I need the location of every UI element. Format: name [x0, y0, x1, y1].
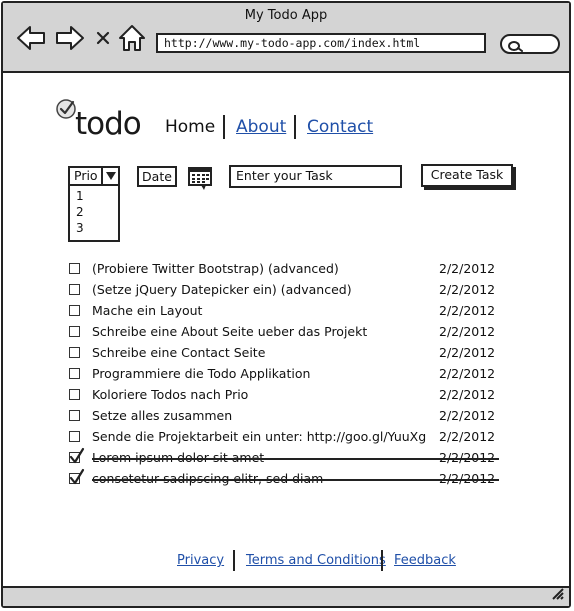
prio-option[interactable]: 2 — [76, 205, 84, 219]
task-input[interactable]: Enter your Task — [229, 165, 402, 188]
todo-item: Lorem ipsum dolor sit amet2/2/2012 — [68, 447, 503, 470]
todo-date: 2/2/2012 — [439, 303, 496, 318]
todo-item: Schreibe eine About Seite ueber das Proj… — [68, 324, 503, 344]
todo-date: 2/2/2012 — [439, 387, 496, 402]
nav-divider — [223, 115, 225, 139]
todo-checkbox[interactable] — [69, 368, 80, 379]
todo-checkbox[interactable] — [69, 305, 80, 316]
footer-divider — [381, 550, 383, 571]
todo-checkbox[interactable] — [69, 326, 80, 337]
todo-item: Programmiere die Todo Applikation 2/2/201… — [68, 366, 503, 386]
calendar-icon[interactable] — [188, 165, 214, 195]
todo-title: Programmiere die Todo Applikation — [92, 366, 311, 381]
checkmark-icon — [69, 468, 85, 485]
todo-checkbox-checked[interactable] — [69, 447, 85, 464]
todo-title: Schreibe eine About Seite ueber das Proj… — [92, 324, 368, 339]
todo-checkbox[interactable] — [69, 410, 80, 421]
todo-item: (Setze jQuery Datepicker ein) (advanced)… — [68, 282, 503, 302]
todo-date: 2/2/2012 — [439, 366, 496, 381]
nav-contact-link[interactable]: Contact — [307, 117, 373, 137]
todo-checkbox[interactable] — [69, 347, 80, 358]
todo-checkbox[interactable] — [69, 389, 80, 400]
strikethrough-line — [92, 479, 499, 481]
footer-divider — [233, 550, 235, 571]
todo-item: Mache ein Layout 2/2/2012 — [68, 303, 503, 323]
todo-title: Setze alles zusammen — [92, 408, 233, 423]
footer-privacy-link[interactable]: Privacy — [177, 553, 224, 568]
nav-divider — [294, 115, 296, 139]
todo-item: Koloriere Todos nach Prio 2/2/2012 — [68, 387, 503, 407]
todo-checkbox[interactable] — [69, 284, 80, 295]
todo-title: Koloriere Todos nach Prio — [92, 387, 249, 402]
todo-item: Setze alles zusammen 2/2/2012 — [68, 408, 503, 428]
todo-title: Sende die Projektarbeit ein unter: http:… — [92, 429, 427, 444]
todo-date: 2/2/2012 — [439, 429, 496, 444]
todo-date: 2/2/2012 — [439, 324, 496, 339]
prio-option[interactable]: 1 — [76, 189, 84, 203]
prio-select-label: Prio — [74, 168, 98, 183]
todo-date: 2/2/2012 — [439, 261, 496, 276]
close-x-icon[interactable] — [95, 30, 111, 50]
create-task-button[interactable]: Create Task — [421, 164, 513, 187]
home-icon[interactable] — [118, 24, 146, 56]
back-arrow-icon[interactable] — [16, 25, 46, 55]
footer-feedback-link[interactable]: Feedback — [394, 553, 456, 568]
todo-date: 2/2/2012 — [439, 345, 496, 360]
todo-date: 2/2/2012 — [439, 408, 496, 423]
forward-arrow-icon[interactable] — [55, 25, 85, 55]
todo-item: Sende die Projektarbeit ein unter: http:… — [68, 429, 503, 449]
browser-search-field[interactable] — [500, 34, 560, 54]
todo-checkbox[interactable] — [69, 263, 80, 274]
window-title: My Todo App — [244, 8, 328, 23]
search-icon — [507, 38, 523, 57]
todo-title: Schreibe eine Contact Seite — [92, 345, 266, 360]
footer-terms-link[interactable]: Terms and Conditions — [246, 553, 386, 568]
resize-grip-icon[interactable] — [550, 585, 564, 604]
date-field[interactable]: Date — [137, 166, 177, 187]
browser-statusbar — [3, 586, 569, 606]
nav-home[interactable]: Home — [165, 117, 215, 137]
todo-item: consetetur sadipscing elitr, sed diam2/2… — [68, 468, 503, 491]
dropdown-arrow-icon[interactable] — [101, 168, 118, 184]
todo-checkbox[interactable] — [69, 431, 80, 442]
todo-date: 2/2/2012 — [439, 282, 496, 297]
todo-title: (Probiere Twitter Bootstrap) (advanced) — [92, 261, 339, 276]
todo-checkbox-checked[interactable] — [69, 468, 85, 485]
todo-title: (Setze jQuery Datepicker ein) (advanced) — [92, 282, 352, 297]
url-bar[interactable]: http://www.my-todo-app.com/index.html — [156, 33, 486, 53]
browser-window: My Todo App http://www.my-todo-app.com/i… — [1, 1, 571, 608]
strikethrough-line — [92, 458, 499, 460]
prio-options-list: 1 2 3 — [68, 186, 120, 242]
todo-title: Mache ein Layout — [92, 303, 203, 318]
todo-item: Schreibe eine Contact Seite 2/2/2012 — [68, 345, 503, 365]
checkmark-icon — [69, 447, 85, 464]
prio-option[interactable]: 3 — [76, 221, 84, 235]
prio-select[interactable]: Prio — [68, 166, 120, 186]
browser-titlebar: My Todo App http://www.my-todo-app.com/i… — [3, 3, 569, 73]
logo-text: todo — [75, 106, 142, 142]
todo-item: (Probiere Twitter Bootstrap) (advanced) 2… — [68, 261, 503, 281]
nav-about-link[interactable]: About — [236, 117, 286, 137]
